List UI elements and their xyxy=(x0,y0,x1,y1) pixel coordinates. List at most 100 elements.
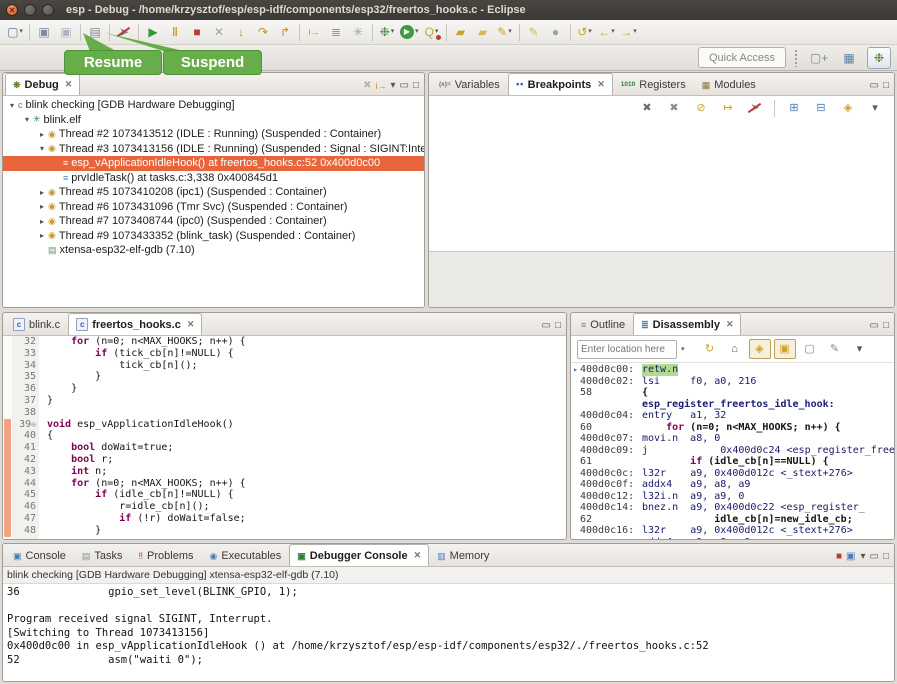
right-tab-outline[interactable]: ≡Outline xyxy=(573,313,633,335)
step-over-icon[interactable]: ↷ xyxy=(252,21,274,43)
maximize-button[interactable]: □ xyxy=(555,320,561,332)
step-return-icon[interactable]: ↱ xyxy=(274,21,296,43)
code-editor[interactable]: 3233343536373839⊖404142434445464748 for … xyxy=(3,336,566,539)
editor-text-area[interactable]: for (n=0; n<MAX_HOOKS; n++) { if (tick_c… xyxy=(39,336,566,539)
disassembly-listing[interactable]: ▸400d0c00:retw.n 400d0c02:lsi f0, a0, 21… xyxy=(571,363,894,539)
tree-expander-icon[interactable]: ▾ xyxy=(22,115,32,124)
console-tab-tasks[interactable]: ▤Tasks xyxy=(74,544,131,566)
display-selected-console-caret[interactable]: ▾ xyxy=(860,551,865,563)
back-history-dropdown-caret[interactable]: ▾ xyxy=(611,22,615,42)
breakpoints-list[interactable] xyxy=(429,120,894,251)
debug-tree-row[interactable]: ▸◉Thread #6 1073431096 (Tmr Svc) (Suspen… xyxy=(3,200,424,215)
track-expression-icon[interactable]: ◈ xyxy=(749,339,771,359)
annotations-icon[interactable]: ● xyxy=(545,21,567,43)
show-debug-sources-icon[interactable]: ≣ xyxy=(325,21,347,43)
debug-tree-row[interactable]: ▸◉Thread #2 1073413512 (IDLE : Running) … xyxy=(3,127,424,142)
run-launch-icon[interactable]: ▶▾ xyxy=(398,21,421,43)
stack-frame-row[interactable]: ≡prvIdleTask() at tasks.c:3,338 0x400845… xyxy=(3,171,424,186)
last-edit-location-dropdown-caret[interactable]: ▾ xyxy=(588,22,592,42)
open-project-folder-icon[interactable]: ▰ xyxy=(450,21,472,43)
search-icon[interactable]: ✎▾ xyxy=(494,21,516,43)
display-selected-console-button[interactable]: ▣ xyxy=(846,551,855,563)
debug-tree-row[interactable]: ▸◉Thread #7 1073408744 (ipc0) (Suspended… xyxy=(3,214,424,229)
tab-close-icon[interactable]: ✕ xyxy=(597,79,605,90)
tree-expander-icon[interactable]: ▸ xyxy=(37,130,47,139)
step-into-icon[interactable]: ↓ xyxy=(230,21,252,43)
suspend-icon[interactable]: ‖ xyxy=(164,21,186,43)
location-dropdown-caret[interactable]: ▾ xyxy=(681,345,685,353)
remove-selected-breakpoints-icon[interactable]: ✖ xyxy=(636,97,658,119)
tab-close-icon[interactable]: ✕ xyxy=(726,319,734,330)
external-tools-icon[interactable]: Q▾ xyxy=(421,21,443,43)
forward-history-icon[interactable]: →▾ xyxy=(618,21,640,43)
remove-all-breakpoints-icon[interactable]: ✖ xyxy=(663,97,685,119)
disconnect-icon[interactable]: ✕ xyxy=(208,21,230,43)
view-menu-icon[interactable]: ▾ xyxy=(849,339,871,359)
external-tools-dropdown-caret[interactable]: ▾ xyxy=(435,22,439,42)
back-history-icon[interactable]: ←▾ xyxy=(596,21,618,43)
instruction-stepping-icon[interactable]: i→ xyxy=(303,21,325,43)
terminate-icon[interactable]: ■ xyxy=(186,21,208,43)
resume-icon[interactable]: ▶ xyxy=(142,21,164,43)
tab-close-icon[interactable]: ✕ xyxy=(414,550,422,561)
console-output[interactable]: 36 gpio_set_level(BLINK_GPIO, 1); Progra… xyxy=(3,584,894,681)
sync-with-debug-context-icon[interactable]: ▣ xyxy=(774,339,796,359)
debug-tree-row[interactable]: ▾✳blink.elf xyxy=(3,113,424,128)
tree-expander-icon[interactable]: ▾ xyxy=(37,144,47,153)
save-all-icon[interactable]: ▣ xyxy=(55,21,77,43)
minimize-button[interactable]: ▭ xyxy=(542,320,551,332)
window-minimize-button[interactable] xyxy=(24,4,36,16)
refresh-view-icon[interactable]: ↻ xyxy=(699,339,721,359)
debug-tab-debug[interactable]: ❋Debug✕ xyxy=(5,73,80,95)
views-tab-modules[interactable]: ▦Modules xyxy=(694,73,764,95)
console-tab-debugger-console[interactable]: ▣Debugger Console✕ xyxy=(289,544,429,566)
debug-tree-row[interactable]: ▾cblink checking [GDB Hardware Debugging… xyxy=(3,98,424,113)
console-tab-console[interactable]: ▣Console xyxy=(5,544,74,566)
right-tab-disassembly[interactable]: ≣Disassembly✕ xyxy=(633,313,741,335)
maximize-button[interactable]: □ xyxy=(883,80,889,92)
tree-expander-icon[interactable]: ▸ xyxy=(37,202,47,211)
console-tab-executables[interactable]: ◉Executables xyxy=(201,544,289,566)
console-tab-memory[interactable]: ▥Memory xyxy=(429,544,497,566)
tree-expander-icon[interactable]: ▸ xyxy=(37,231,47,240)
views-tab-breakpoints[interactable]: ●●Breakpoints✕ xyxy=(508,73,613,95)
window-close-button[interactable]: ✕ xyxy=(6,4,18,16)
open-new-view-icon[interactable]: ▢ xyxy=(799,339,821,359)
debug-launch-icon[interactable]: ❉▾ xyxy=(376,21,398,43)
view-menu-button[interactable]: ▾ xyxy=(390,80,395,92)
new-wizard-dropdown-caret[interactable]: ▾ xyxy=(19,22,23,42)
terminate-console-button[interactable]: ■ xyxy=(836,551,842,563)
views-tab-registers[interactable]: 1010Registers xyxy=(613,73,694,95)
editor-tab-blink-c[interactable]: cblink.c xyxy=(5,313,68,335)
expand-all-icon[interactable]: ⊞ xyxy=(783,97,805,119)
show-breakpoints-supported-icon[interactable]: ➤ xyxy=(744,97,766,119)
instruction-stepping-mode-button[interactable]: i→ xyxy=(375,80,386,92)
debug-perspective-button[interactable]: ❉ xyxy=(867,47,891,69)
tree-expander-icon[interactable]: ▸ xyxy=(37,217,47,226)
editor-tab-freertos-hooks-c[interactable]: cfreertos_hooks.c✕ xyxy=(68,313,202,335)
cpp-perspective-button[interactable]: ▦ xyxy=(837,47,861,69)
use-step-filters-icon[interactable]: ✳ xyxy=(347,21,369,43)
skip-all-breakpoints-view-icon[interactable]: ⊘ xyxy=(690,97,712,119)
debug-launch-tree[interactable]: ▾cblink checking [GDB Hardware Debugging… xyxy=(3,96,424,307)
maximize-button[interactable]: □ xyxy=(883,551,889,563)
minimize-button[interactable]: ▭ xyxy=(400,80,409,92)
collapse-all-icon[interactable]: ⊟ xyxy=(810,97,832,119)
debug-tree-row[interactable]: ▸◉Thread #5 1073410208 (ipc1) (Suspended… xyxy=(3,185,424,200)
open-resource-folder-icon[interactable]: ▰ xyxy=(472,21,494,43)
window-maximize-button[interactable] xyxy=(42,4,54,16)
open-perspective-button[interactable]: ▢+ xyxy=(807,47,831,69)
maximize-button[interactable]: □ xyxy=(883,320,889,332)
new-wizard-icon[interactable]: ▢▾ xyxy=(4,21,26,43)
minimize-button[interactable]: ▭ xyxy=(870,80,879,92)
tab-close-icon[interactable]: ✕ xyxy=(65,79,73,90)
location-input[interactable] xyxy=(577,340,677,359)
run-launch-dropdown-caret[interactable]: ▾ xyxy=(415,22,419,42)
debug-tree-row[interactable]: ▾◉Thread #3 1073413156 (IDLE : Running) … xyxy=(3,142,424,157)
remove-all-terminated-button[interactable]: ✖ xyxy=(363,80,371,92)
stack-frame-row[interactable]: ≡esp_vApplicationIdleHook() at freertos_… xyxy=(3,156,424,171)
views-tab-variables[interactable]: (x)=Variables xyxy=(431,73,508,95)
save-icon[interactable]: ▣ xyxy=(33,21,55,43)
pin-view-icon[interactable]: ✎ xyxy=(824,339,846,359)
toggle-mark-occurrences-icon[interactable]: ✎ xyxy=(523,21,545,43)
